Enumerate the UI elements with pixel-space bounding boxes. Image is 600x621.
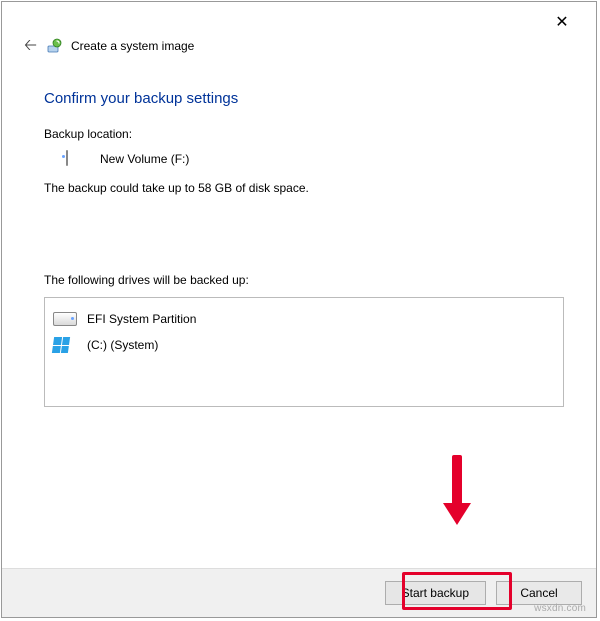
close-button[interactable]: ✕ bbox=[542, 10, 582, 34]
cancel-button[interactable]: Cancel bbox=[496, 581, 582, 605]
page-heading: Confirm your backup settings bbox=[44, 90, 564, 107]
back-arrow-icon[interactable]: 🡠 bbox=[24, 38, 37, 54]
content-area: Confirm your backup settings Backup loca… bbox=[44, 90, 564, 407]
drives-list: EFI System Partition (C:) (System) bbox=[44, 297, 564, 407]
system-image-icon bbox=[47, 38, 63, 54]
dialog-window: ✕ 🡠 Create a system image Confirm your b… bbox=[1, 1, 597, 618]
close-icon: ✕ bbox=[555, 12, 568, 32]
dialog-footer: Start backup Cancel bbox=[2, 568, 596, 617]
drive-label: (C:) (System) bbox=[87, 338, 158, 352]
drives-list-label: The following drives will be backed up: bbox=[44, 273, 564, 287]
backup-location-value: New Volume (F:) bbox=[100, 152, 189, 166]
title-row: 🡠 Create a system image bbox=[24, 38, 194, 54]
window-title: Create a system image bbox=[71, 39, 194, 53]
annotation-arrow-icon bbox=[443, 455, 471, 537]
backup-location-label: Backup location: bbox=[44, 127, 564, 141]
start-backup-button[interactable]: Start backup bbox=[385, 581, 486, 605]
drive-icon bbox=[53, 310, 77, 328]
list-item: (C:) (System) bbox=[51, 332, 557, 358]
drive-icon bbox=[66, 151, 90, 167]
watermark: wsxdn.com bbox=[534, 603, 586, 614]
drive-label: EFI System Partition bbox=[87, 312, 196, 326]
backup-size-info: The backup could take up to 58 GB of dis… bbox=[44, 181, 564, 195]
list-item: EFI System Partition bbox=[51, 306, 557, 332]
windows-drive-icon bbox=[53, 336, 77, 354]
backup-location-row: New Volume (F:) bbox=[66, 151, 564, 167]
